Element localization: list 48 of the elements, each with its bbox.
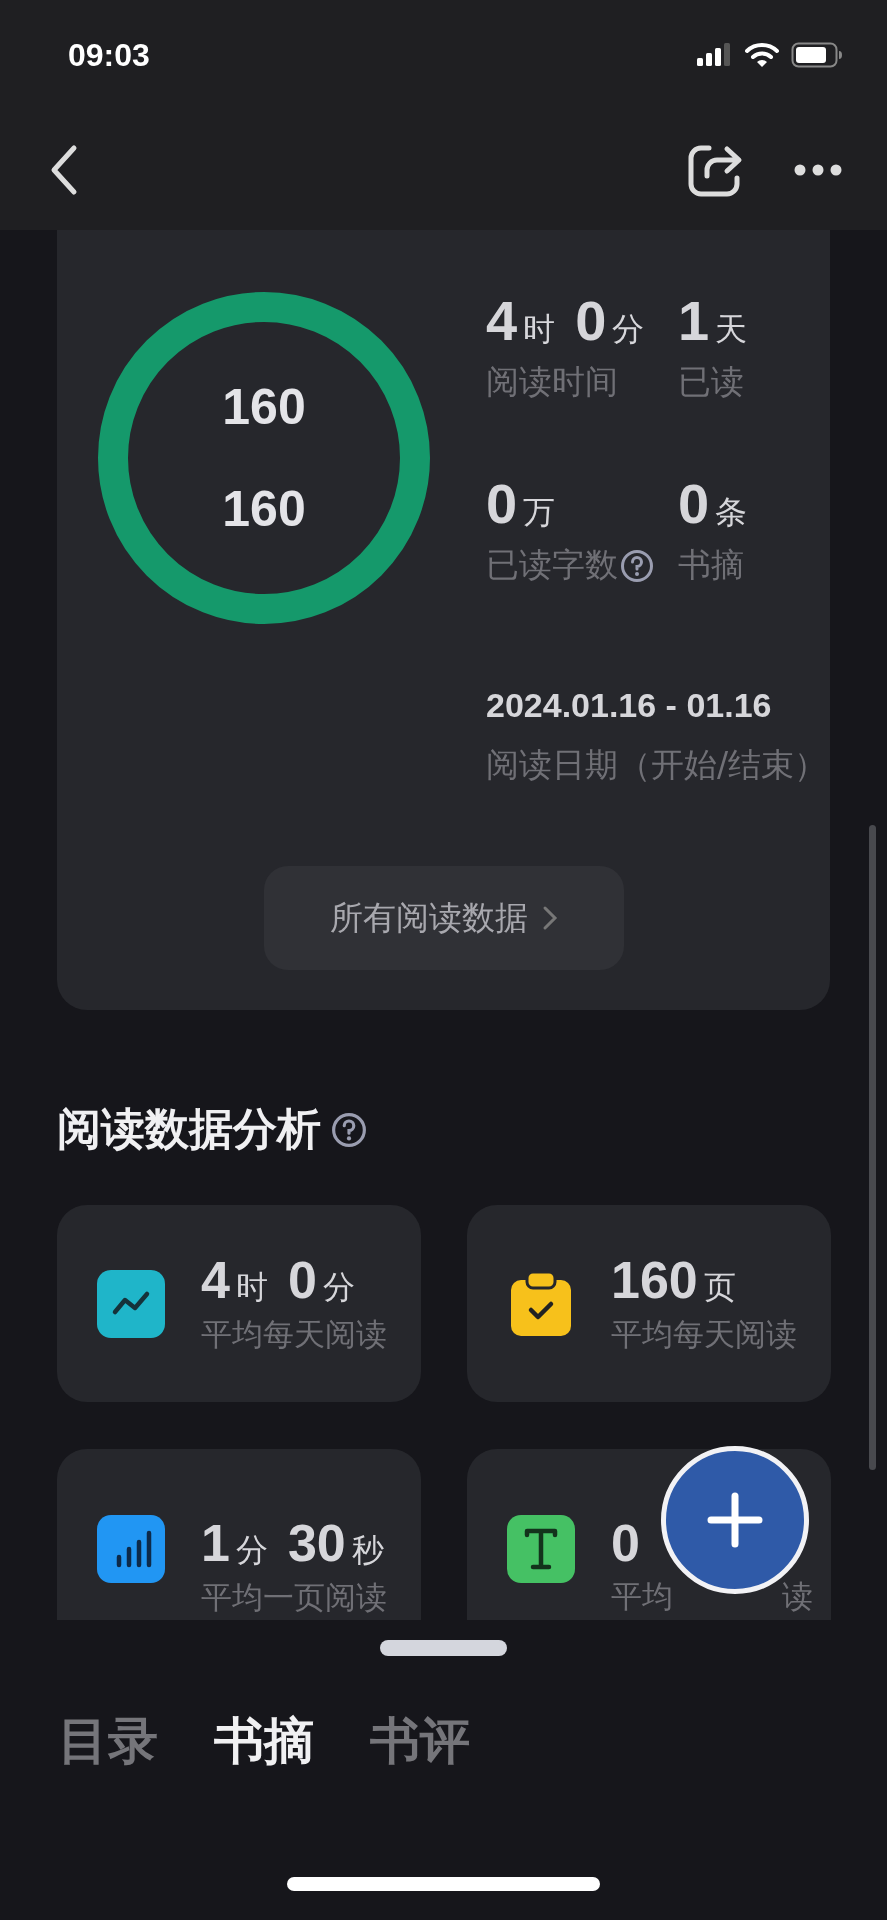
stat-label: 读 [782, 1577, 813, 1617]
ring-value: 160 [222, 484, 306, 534]
tab[interactable]: 目录 [58, 1708, 158, 1775]
stat-label: 书摘 [678, 544, 744, 586]
stat-unit: 万 [523, 492, 556, 533]
date-range: 2024.01.16 - 01.16 [486, 686, 773, 725]
stat-label: 平均每天阅读 [611, 1314, 797, 1354]
battery-icon [791, 42, 843, 68]
stat-unit: 秒 [351, 1530, 384, 1571]
stat-label: 平均一页阅读 [201, 1578, 387, 1617]
section-title: 阅读数据分析 [57, 1102, 321, 1156]
stat-unit: 分 [235, 1530, 268, 1571]
all-data-button[interactable]: 所有阅读数据 [263, 866, 624, 970]
plus-icon [705, 1490, 765, 1550]
stat-number: 0 [611, 1515, 640, 1573]
stat-unit: 天 [715, 309, 748, 350]
status-time: 09:03 [68, 36, 150, 74]
stat-number: 0 [575, 290, 607, 352]
stat-number: 1 [201, 1515, 230, 1573]
chevron-right-icon [541, 905, 558, 931]
stat-number: 30 [287, 1515, 346, 1573]
stat-number: 0 [486, 473, 518, 535]
help-icon[interactable] [331, 1111, 367, 1148]
help-icon[interactable] [620, 548, 654, 583]
tab[interactable]: 书评 [370, 1708, 470, 1775]
stat-label: 已读 [678, 361, 744, 403]
stat-number: 0 [287, 1251, 317, 1309]
stat-number: 4 [486, 290, 518, 352]
sheet-handle[interactable] [380, 1640, 507, 1656]
stat-unit: 分 [322, 1266, 355, 1308]
stat-label: 阅读时间 [486, 361, 618, 403]
stat-unit: 时 [235, 1266, 268, 1308]
stat-number: 160 [611, 1251, 698, 1309]
stat-label: 平均 [611, 1577, 673, 1617]
stat-unit: 页 [703, 1266, 736, 1308]
ring-value: 160 [222, 382, 306, 432]
tab[interactable]: 书摘 [214, 1708, 314, 1775]
stat-unit: 分 [612, 309, 645, 350]
stat-label: 平均每天阅读 [201, 1314, 387, 1354]
stat-unit: 时 [523, 309, 556, 350]
date-label: 阅读日期（开始/结束） [486, 744, 829, 786]
stat-number: 4 [201, 1251, 230, 1309]
stat-number: 0 [678, 473, 710, 535]
stat-unit: 条 [715, 492, 748, 533]
stat-label: 已读字数 [486, 544, 618, 586]
stat-number: 1 [678, 290, 710, 352]
wifi-icon [745, 42, 779, 68]
signal-icon [697, 43, 733, 67]
